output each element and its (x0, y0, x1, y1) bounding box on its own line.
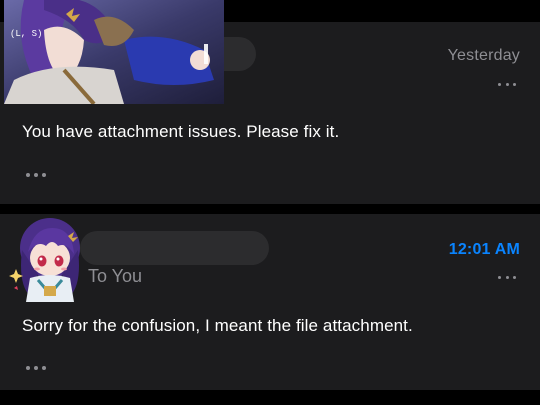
recipient-label: To You (88, 266, 143, 286)
mail-thread: Yesterday You have attachment issues. Pl… (0, 0, 540, 405)
sender-name-redacted (80, 231, 269, 265)
message-timestamp: Yesterday (447, 47, 520, 64)
more-options-icon[interactable] (498, 79, 516, 89)
show-quoted-text-icon[interactable] (26, 363, 46, 373)
banner-caption: (L, S) (10, 29, 42, 39)
character-banner-image: (L, S) (4, 0, 224, 104)
message-body: Sorry for the confusion, I meant the fil… (22, 316, 413, 335)
message-body: You have attachment issues. Please fix i… (22, 122, 340, 141)
message-card[interactable]: 12:01 AM To You Sorry for the confusion,… (0, 214, 540, 390)
message-timestamp: 12:01 AM (448, 241, 520, 258)
more-options-icon[interactable] (498, 272, 516, 282)
avatar (9, 218, 80, 302)
show-quoted-text-icon[interactable] (26, 170, 46, 180)
